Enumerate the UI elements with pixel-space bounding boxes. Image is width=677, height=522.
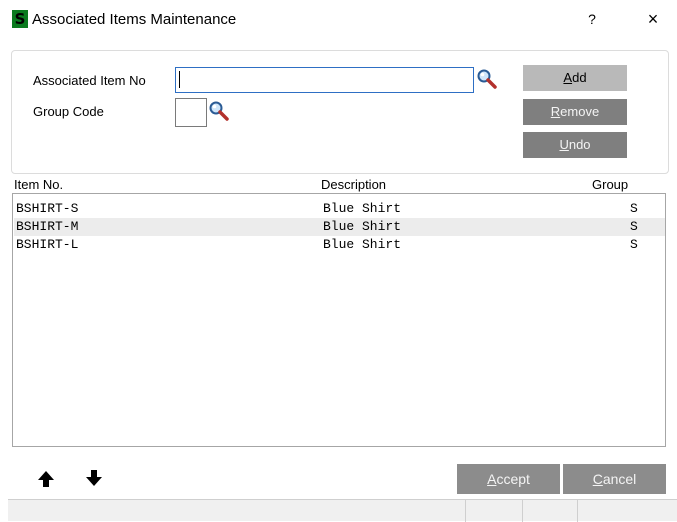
item-no-cell: BSHIRT-L — [16, 237, 79, 252]
cancel-button-accel: C — [592, 471, 603, 487]
description-cell: Blue Shirt — [323, 201, 402, 216]
text-caret — [179, 71, 180, 88]
description-cell: Blue Shirt — [323, 219, 402, 234]
column-header-group[interactable]: Group — [592, 177, 628, 193]
accept-button[interactable]: Accept — [457, 464, 560, 494]
app-icon: S — [12, 10, 28, 28]
group-cell: S — [630, 219, 638, 234]
status-divider — [465, 500, 466, 522]
remove-button-label: emove — [560, 104, 600, 119]
group-code-label: Group Code — [33, 104, 104, 119]
group-code-lookup-icon[interactable] — [208, 100, 230, 122]
undo-button-label: ndo — [568, 137, 591, 152]
help-button[interactable]: ? — [583, 10, 601, 29]
app-icon-letter: S — [14, 10, 26, 28]
associated-item-label: Associated Item No — [33, 73, 146, 88]
column-header-description[interactable]: Description — [321, 177, 386, 193]
status-bar — [8, 499, 677, 522]
undo-button-accel: U — [559, 137, 569, 152]
undo-button[interactable]: Undo — [523, 132, 627, 158]
move-down-arrow-icon[interactable] — [85, 469, 103, 487]
add-button[interactable]: Add — [523, 65, 627, 91]
column-header-item-no[interactable]: Item No. — [14, 177, 63, 193]
table-row[interactable]: BSHIRT-S Blue Shirt S — [14, 200, 665, 218]
table-row[interactable]: BSHIRT-M Blue Shirt S — [14, 218, 665, 236]
add-button-label: dd — [572, 70, 587, 85]
items-grid[interactable]: BSHIRT-S Blue Shirt S BSHIRT-M Blue Shir… — [12, 193, 666, 447]
status-divider — [577, 500, 578, 522]
description-cell: Blue Shirt — [323, 237, 402, 252]
cancel-button[interactable]: Cancel — [563, 464, 666, 494]
group-cell: S — [630, 201, 638, 216]
move-up-arrow-icon[interactable] — [37, 470, 55, 488]
group-code-input[interactable] — [175, 98, 207, 127]
item-no-cell: BSHIRT-M — [16, 219, 79, 234]
remove-button[interactable]: Remove — [523, 99, 627, 125]
window-title: Associated Items Maintenance — [32, 11, 237, 28]
close-button[interactable]: × — [642, 8, 664, 30]
associated-item-lookup-icon[interactable] — [476, 68, 498, 90]
remove-button-accel: R — [550, 104, 561, 119]
add-button-accel: A — [563, 70, 573, 85]
accept-button-label: ccept — [496, 471, 530, 487]
table-row[interactable]: BSHIRT-L Blue Shirt S — [14, 236, 665, 254]
item-no-cell: BSHIRT-S — [16, 201, 79, 216]
status-divider — [522, 500, 523, 522]
group-cell: S — [630, 237, 638, 252]
cancel-button-label: ancel — [602, 471, 637, 487]
associated-item-input[interactable] — [175, 67, 474, 93]
